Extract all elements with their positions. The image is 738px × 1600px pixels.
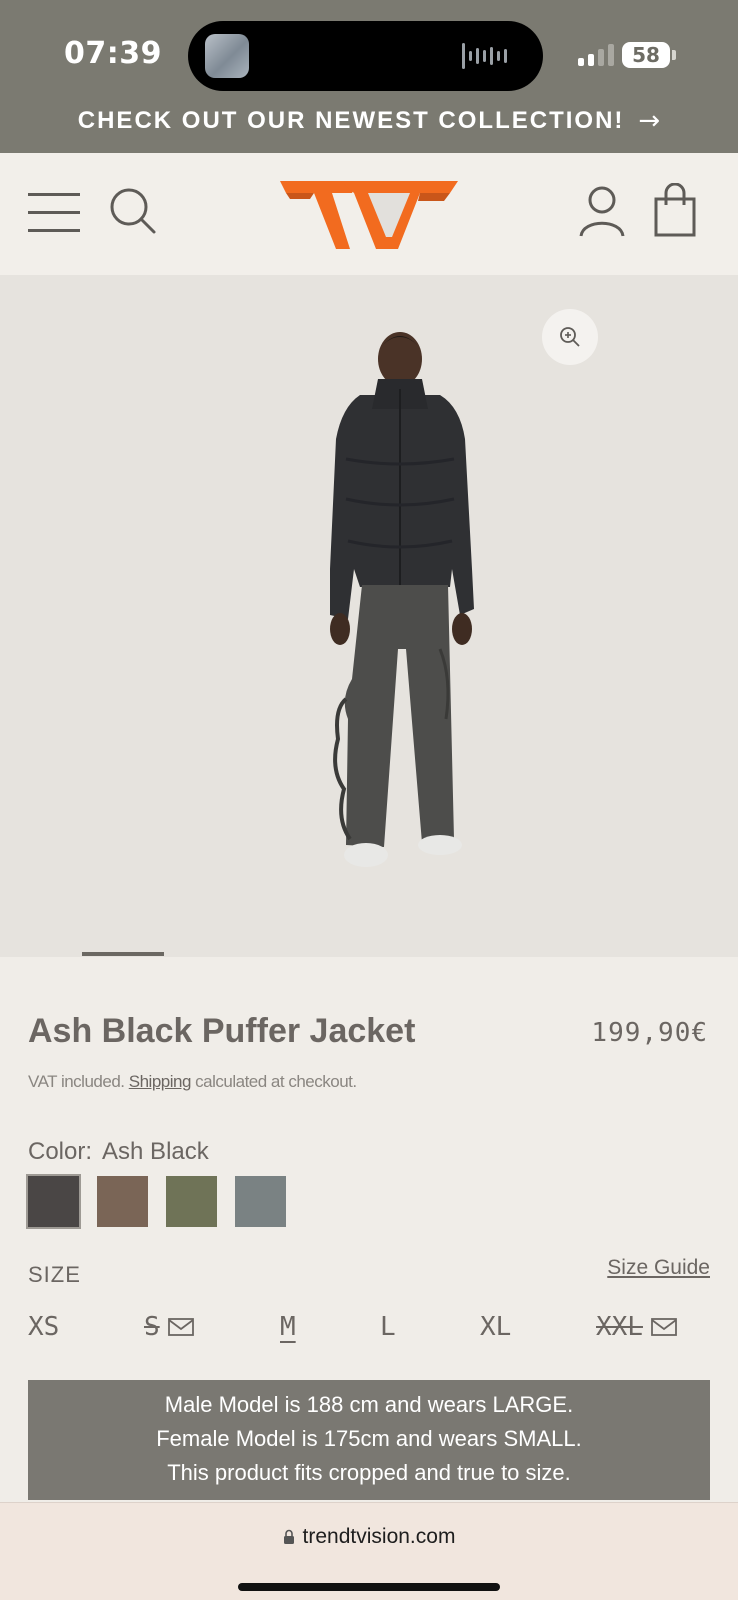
fit-notice-line: Male Model is 188 cm and wears LARGE. bbox=[164, 1392, 574, 1417]
site-header bbox=[0, 153, 738, 275]
size-option[interactable]: M bbox=[280, 1312, 296, 1342]
cart-bag-icon[interactable] bbox=[654, 182, 696, 237]
product-price: 199,90€ bbox=[591, 1018, 708, 1048]
size-option[interactable]: XXL bbox=[596, 1312, 677, 1342]
size-option[interactable]: XL bbox=[480, 1312, 511, 1342]
shipping-link[interactable]: Shipping bbox=[129, 1072, 192, 1091]
audio-wave-icon bbox=[462, 43, 507, 69]
size-option-label: XXL bbox=[596, 1312, 643, 1342]
vat-note: VAT included. Shipping calculated at che… bbox=[28, 1072, 357, 1092]
color-swatches bbox=[26, 1174, 286, 1229]
fit-notice-line: Female Model is 175cm and wears SMALL. bbox=[156, 1426, 582, 1451]
product-image-gallery[interactable] bbox=[0, 275, 738, 957]
size-guide-link[interactable]: Size Guide bbox=[607, 1256, 710, 1280]
battery-indicator: 58 bbox=[622, 42, 670, 68]
size-option[interactable]: S bbox=[144, 1312, 194, 1342]
now-playing-thumbnail bbox=[205, 34, 249, 78]
fit-notice-line: This product fits cropped and true to si… bbox=[167, 1460, 571, 1485]
zoom-button[interactable] bbox=[542, 309, 598, 365]
product-title: Ash Black Puffer Jacket bbox=[28, 1012, 416, 1050]
announcement-bar[interactable]: CHECK OUT OUR NEWEST COLLECTION! → bbox=[0, 103, 738, 139]
color-swatch[interactable] bbox=[235, 1176, 286, 1227]
url-display[interactable]: trendtvision.com bbox=[0, 1525, 738, 1549]
lock-icon bbox=[283, 1529, 294, 1544]
fit-notice: Male Model is 188 cm and wears LARGE. Fe… bbox=[28, 1380, 710, 1500]
brand-logo[interactable] bbox=[280, 179, 458, 251]
status-time: 07:39 bbox=[64, 36, 162, 71]
notify-mail-icon[interactable] bbox=[167, 1317, 194, 1337]
color-swatch[interactable] bbox=[166, 1176, 217, 1227]
vat-suffix: calculated at checkout. bbox=[195, 1072, 357, 1091]
notify-mail-icon[interactable] bbox=[651, 1317, 677, 1337]
size-option-label: S bbox=[144, 1312, 160, 1342]
url-text: trendtvision.com bbox=[302, 1525, 456, 1548]
signal-icon bbox=[578, 44, 614, 66]
size-option[interactable]: L bbox=[380, 1312, 396, 1342]
search-icon[interactable] bbox=[108, 186, 158, 236]
size-option-label: M bbox=[280, 1312, 296, 1342]
size-option[interactable]: XS bbox=[28, 1312, 59, 1342]
vat-prefix: VAT included. bbox=[28, 1072, 125, 1091]
dynamic-island[interactable] bbox=[188, 21, 543, 91]
slide-indicator bbox=[82, 952, 164, 956]
menu-icon[interactable] bbox=[28, 193, 80, 233]
color-label-text: Color: bbox=[28, 1138, 93, 1165]
size-option-label: XL bbox=[480, 1312, 512, 1342]
color-swatch[interactable] bbox=[97, 1176, 148, 1227]
size-label: SIZE bbox=[28, 1262, 81, 1287]
color-swatch[interactable] bbox=[26, 1174, 81, 1229]
color-label: Color: Ash Black bbox=[28, 1138, 209, 1166]
account-icon[interactable] bbox=[578, 185, 626, 237]
browser-url-bar[interactable]: trendtvision.com bbox=[0, 1502, 738, 1600]
size-option-label: XS bbox=[28, 1312, 60, 1342]
battery-tip bbox=[672, 50, 676, 60]
zoom-in-icon bbox=[560, 327, 580, 347]
size-option-label: L bbox=[380, 1312, 396, 1342]
top-band: 07:39 58 CHECK OUT OUR NEWEST COLLECTION… bbox=[0, 0, 738, 153]
size-options: XS S M L XL XXL bbox=[28, 1312, 710, 1348]
selected-color: Ash Black bbox=[102, 1138, 209, 1165]
announcement-text: CHECK OUT OUR NEWEST COLLECTION! bbox=[77, 107, 625, 134]
arrow-right-icon: → bbox=[638, 106, 661, 136]
home-indicator[interactable] bbox=[238, 1583, 500, 1591]
product-model-image bbox=[330, 332, 474, 867]
product-page: { "status_bar": { "time": "07:39", "batt… bbox=[0, 0, 738, 1600]
